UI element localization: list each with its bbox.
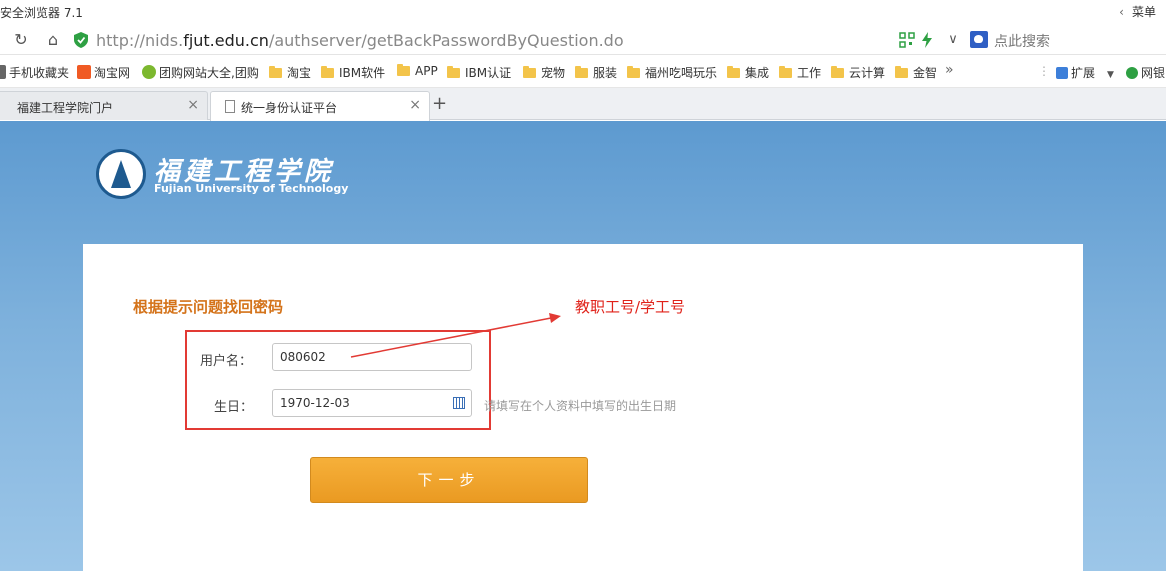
caret-down-icon: ▼ bbox=[1107, 70, 1114, 80]
folder-icon bbox=[269, 66, 282, 78]
bookmark-folder[interactable]: 淘宝 bbox=[269, 64, 311, 81]
bookmark-item[interactable]: 手机收藏夹 bbox=[0, 64, 69, 81]
folder-icon bbox=[523, 66, 536, 78]
bookmark-folder[interactable]: 服装 bbox=[575, 64, 617, 81]
app-title: 安全浏览器 7.1 bbox=[0, 6, 83, 20]
menu-label: 菜单 bbox=[1131, 5, 1156, 19]
bookmark-folder[interactable]: 集成 bbox=[727, 64, 769, 81]
search-input[interactable]: 点此搜索 bbox=[966, 28, 1166, 52]
bookmark-item[interactable]: 团购网站大全,团购 bbox=[142, 64, 259, 81]
birthday-label: 生日： bbox=[214, 400, 254, 415]
title-bar: 安全浏览器 7.1 ‹ 菜单 bbox=[0, 0, 1166, 25]
folder-icon bbox=[321, 66, 334, 78]
annotation-note: 教职工号/学工号 bbox=[575, 298, 686, 316]
baidu-paw-icon bbox=[970, 31, 988, 48]
bookmark-folder[interactable]: IBM软件 bbox=[321, 64, 385, 81]
form-title: 根据提示问题找回密码 bbox=[133, 298, 284, 316]
group-buy-icon bbox=[142, 65, 156, 79]
address-bar: ↻ ⌂ http://nids.fjut.edu.cn/authserver/g… bbox=[0, 25, 1166, 55]
close-icon[interactable]: × bbox=[409, 97, 421, 113]
phone-icon bbox=[0, 65, 6, 79]
bookmark-folder[interactable]: 宠物 bbox=[523, 64, 565, 81]
extensions-button[interactable]: 扩展 ▼ bbox=[1056, 64, 1114, 81]
new-tab-button[interactable]: + bbox=[432, 93, 447, 114]
folder-icon bbox=[397, 64, 410, 76]
bookmark-folder[interactable]: 金智 bbox=[895, 64, 937, 81]
bookmarks-bar: 手机收藏夹 淘宝网 团购网站大全,团购 淘宝 IBM软件 APP IBM认证 宠… bbox=[0, 56, 1166, 88]
birthday-value: 1970-12-03 bbox=[280, 396, 350, 410]
username-field[interactable]: 080602 bbox=[272, 343, 472, 371]
recovery-panel: 根据提示问题找回密码 教职工号/学工号 用户名： 080602 生日： 1970… bbox=[83, 244, 1083, 571]
bookmark-folder[interactable]: APP bbox=[397, 64, 438, 78]
page-content: 福建工程学院 Fujian University of Technology 根… bbox=[0, 121, 1166, 571]
home-icon[interactable]: ⌂ bbox=[42, 29, 64, 51]
bank-button[interactable]: 网银 bbox=[1126, 64, 1165, 81]
tab-auth-platform[interactable]: 统一身份认证平台 × bbox=[210, 91, 430, 121]
reload-icon[interactable]: ↻ bbox=[10, 29, 32, 51]
chevron-left-icon: ‹ bbox=[1119, 5, 1124, 19]
bookmark-folder[interactable]: 工作 bbox=[779, 64, 821, 81]
tab-portal[interactable]: 福建工程学院门户 × bbox=[0, 91, 208, 120]
username-label: 用户名： bbox=[200, 354, 253, 369]
folder-icon bbox=[627, 66, 640, 78]
lightning-icon[interactable] bbox=[918, 31, 936, 49]
shield-icon bbox=[74, 32, 88, 48]
bookmark-folder[interactable]: IBM认证 bbox=[447, 64, 511, 81]
folder-icon bbox=[727, 66, 740, 78]
bookmark-folder[interactable]: 福州吃喝玩乐 bbox=[627, 64, 717, 81]
search-placeholder: 点此搜索 bbox=[994, 34, 1050, 50]
tab-label: 统一身份认证平台 bbox=[241, 101, 338, 115]
url-field[interactable]: http://nids.fjut.edu.cn/authserver/getBa… bbox=[96, 31, 624, 50]
tab-bar: 福建工程学院门户 × 统一身份认证平台 × + bbox=[0, 88, 1166, 121]
menu-button[interactable]: ‹ 菜单 bbox=[1119, 3, 1156, 20]
close-icon[interactable]: × bbox=[187, 97, 199, 113]
folder-icon bbox=[447, 66, 460, 78]
bookmark-folder[interactable]: 云计算 bbox=[831, 64, 885, 81]
university-emblem-icon bbox=[96, 149, 146, 199]
bank-icon bbox=[1126, 67, 1138, 79]
tab-label: 福建工程学院门户 bbox=[17, 101, 114, 115]
bookmarks-overflow-button[interactable]: » bbox=[945, 62, 954, 78]
folder-icon bbox=[575, 66, 588, 78]
divider-dots-icon: ⋮ bbox=[1038, 64, 1050, 78]
birthday-field[interactable]: 1970-12-03 bbox=[272, 389, 472, 417]
taobao-icon bbox=[77, 65, 91, 79]
next-step-button[interactable]: 下一步 bbox=[310, 457, 588, 503]
chevron-down-icon[interactable]: ∨ bbox=[942, 29, 964, 51]
folder-icon bbox=[831, 66, 844, 78]
page-icon bbox=[225, 100, 235, 113]
birthday-hint: 请填写在个人资料中填写的出生日期 bbox=[484, 399, 677, 413]
folder-icon bbox=[895, 66, 908, 78]
bookmark-item[interactable]: 淘宝网 bbox=[77, 64, 130, 81]
extensions-icon bbox=[1056, 67, 1068, 79]
qr-code-icon[interactable] bbox=[898, 31, 916, 49]
logo-en-text: Fujian University of Technology bbox=[154, 182, 349, 195]
folder-icon bbox=[779, 66, 792, 78]
calendar-icon[interactable] bbox=[453, 397, 465, 409]
